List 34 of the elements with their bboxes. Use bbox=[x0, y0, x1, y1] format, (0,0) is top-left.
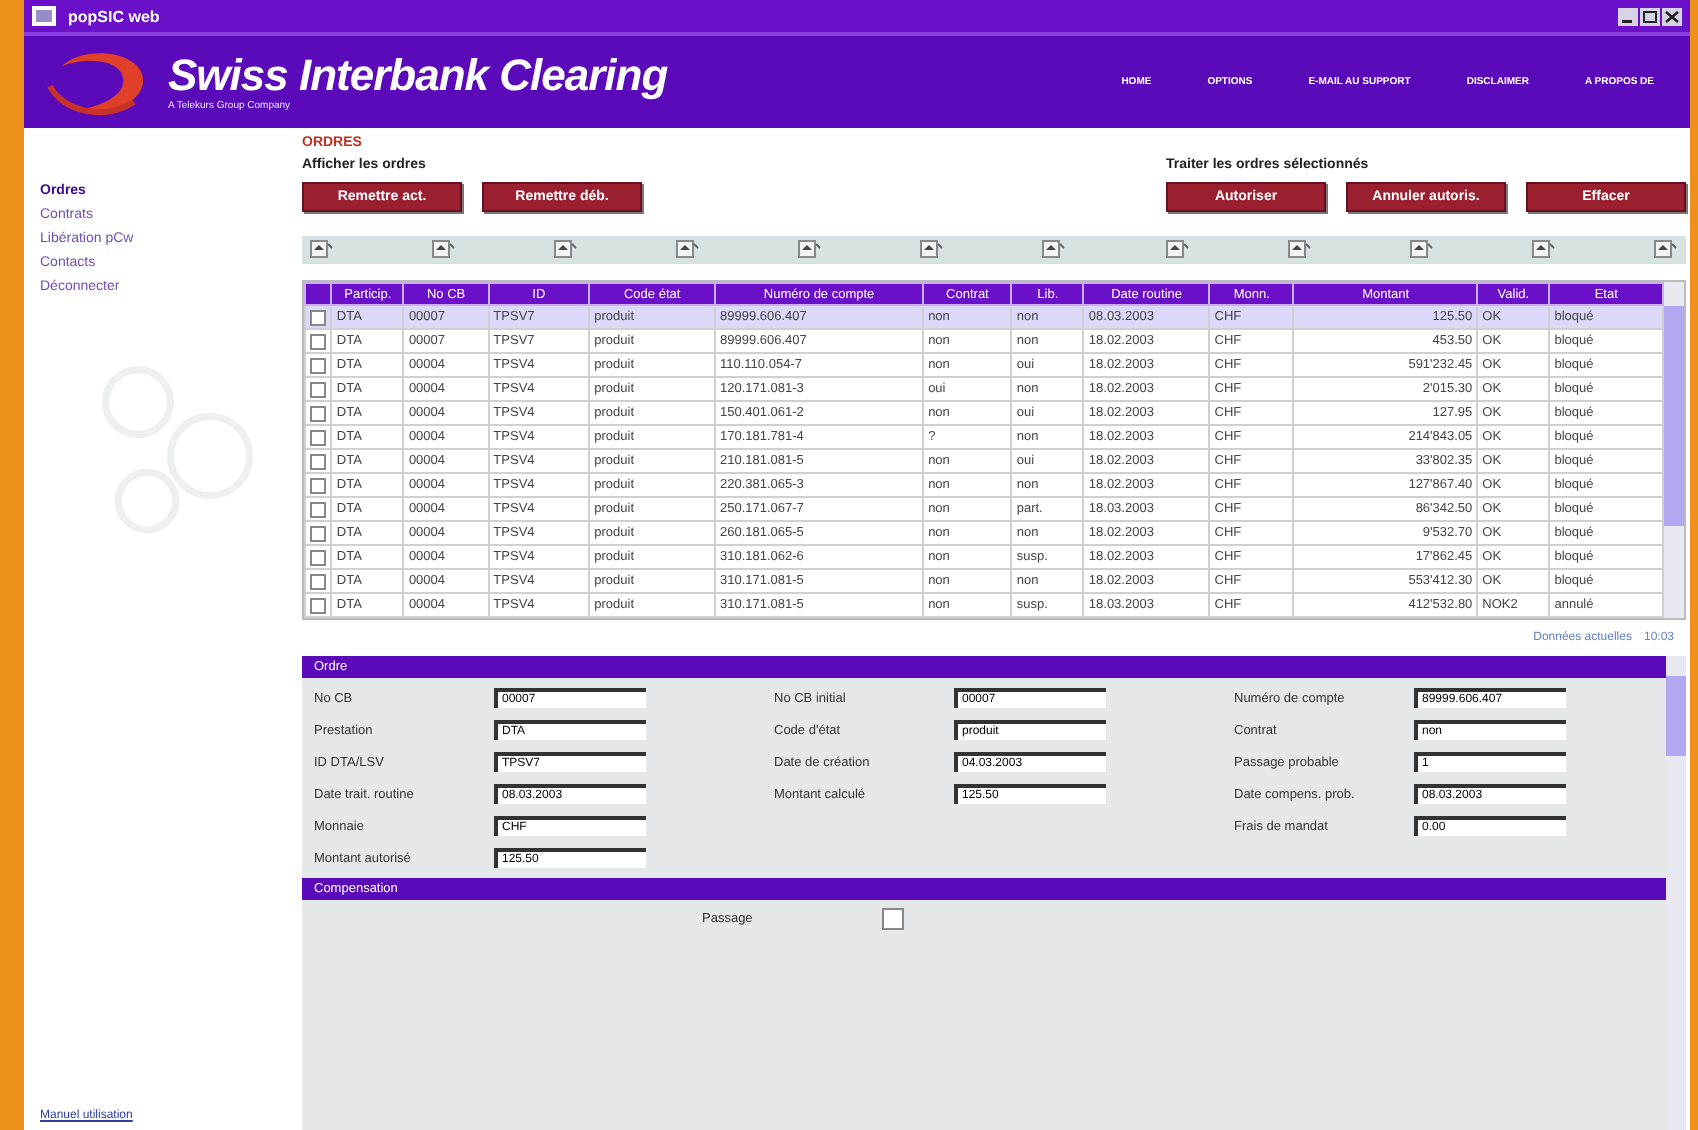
row-checkbox[interactable] bbox=[310, 549, 326, 565]
sort-filter-icon[interactable] bbox=[920, 240, 945, 260]
sort-filter-icon[interactable] bbox=[798, 240, 823, 260]
maximize-icon[interactable] bbox=[1640, 7, 1660, 25]
row-checkbox[interactable] bbox=[310, 333, 326, 349]
row-checkbox[interactable] bbox=[310, 309, 326, 325]
sort-filter-icon[interactable] bbox=[1042, 240, 1067, 260]
minimize-icon[interactable] bbox=[1618, 7, 1638, 25]
row-checkbox[interactable] bbox=[310, 477, 326, 493]
row-checkbox[interactable] bbox=[310, 381, 326, 397]
close-icon[interactable] bbox=[1662, 7, 1682, 25]
scrollbar[interactable] bbox=[1666, 656, 1686, 1130]
scrollbar[interactable] bbox=[1664, 282, 1684, 618]
row-checkbox[interactable] bbox=[310, 501, 326, 517]
brand-name: Swiss Interbank Clearing bbox=[168, 52, 668, 100]
app-icon bbox=[32, 6, 56, 26]
sort-filter-icon[interactable] bbox=[676, 240, 701, 260]
row-checkbox[interactable] bbox=[310, 357, 326, 373]
sort-filter-icon[interactable] bbox=[1531, 240, 1556, 260]
row-checkbox[interactable] bbox=[310, 573, 326, 589]
passage-checkbox[interactable] bbox=[882, 908, 904, 930]
sort-filter-icon[interactable] bbox=[554, 240, 579, 260]
row-checkbox[interactable] bbox=[310, 405, 326, 421]
window-title: popSIC web bbox=[68, 7, 160, 25]
row-checkbox[interactable] bbox=[310, 597, 326, 613]
sort-filter-icon[interactable] bbox=[1653, 240, 1678, 260]
sort-filter-icon[interactable] bbox=[1409, 240, 1434, 260]
row-checkbox[interactable] bbox=[310, 429, 326, 445]
sort-filter-icon[interactable] bbox=[310, 240, 334, 260]
row-checkbox[interactable] bbox=[310, 453, 326, 469]
sort-filter-icon[interactable] bbox=[432, 240, 457, 260]
row-checkbox[interactable] bbox=[310, 525, 326, 541]
sort-filter-icon[interactable] bbox=[1287, 240, 1312, 260]
sort-filter-icon[interactable] bbox=[1165, 240, 1190, 260]
